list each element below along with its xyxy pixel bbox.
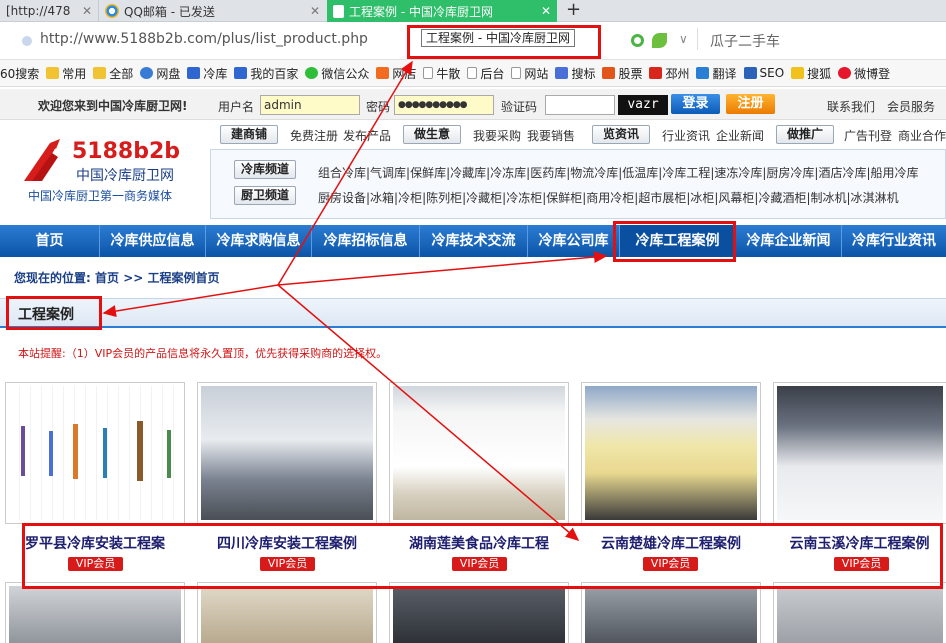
arrow-to-nav [277, 251, 608, 286]
arrow-to-title [102, 284, 279, 318]
annotation-arrows [102, 60, 608, 541]
arrow-to-products [277, 284, 580, 541]
arrow-to-tooltip [277, 60, 413, 286]
